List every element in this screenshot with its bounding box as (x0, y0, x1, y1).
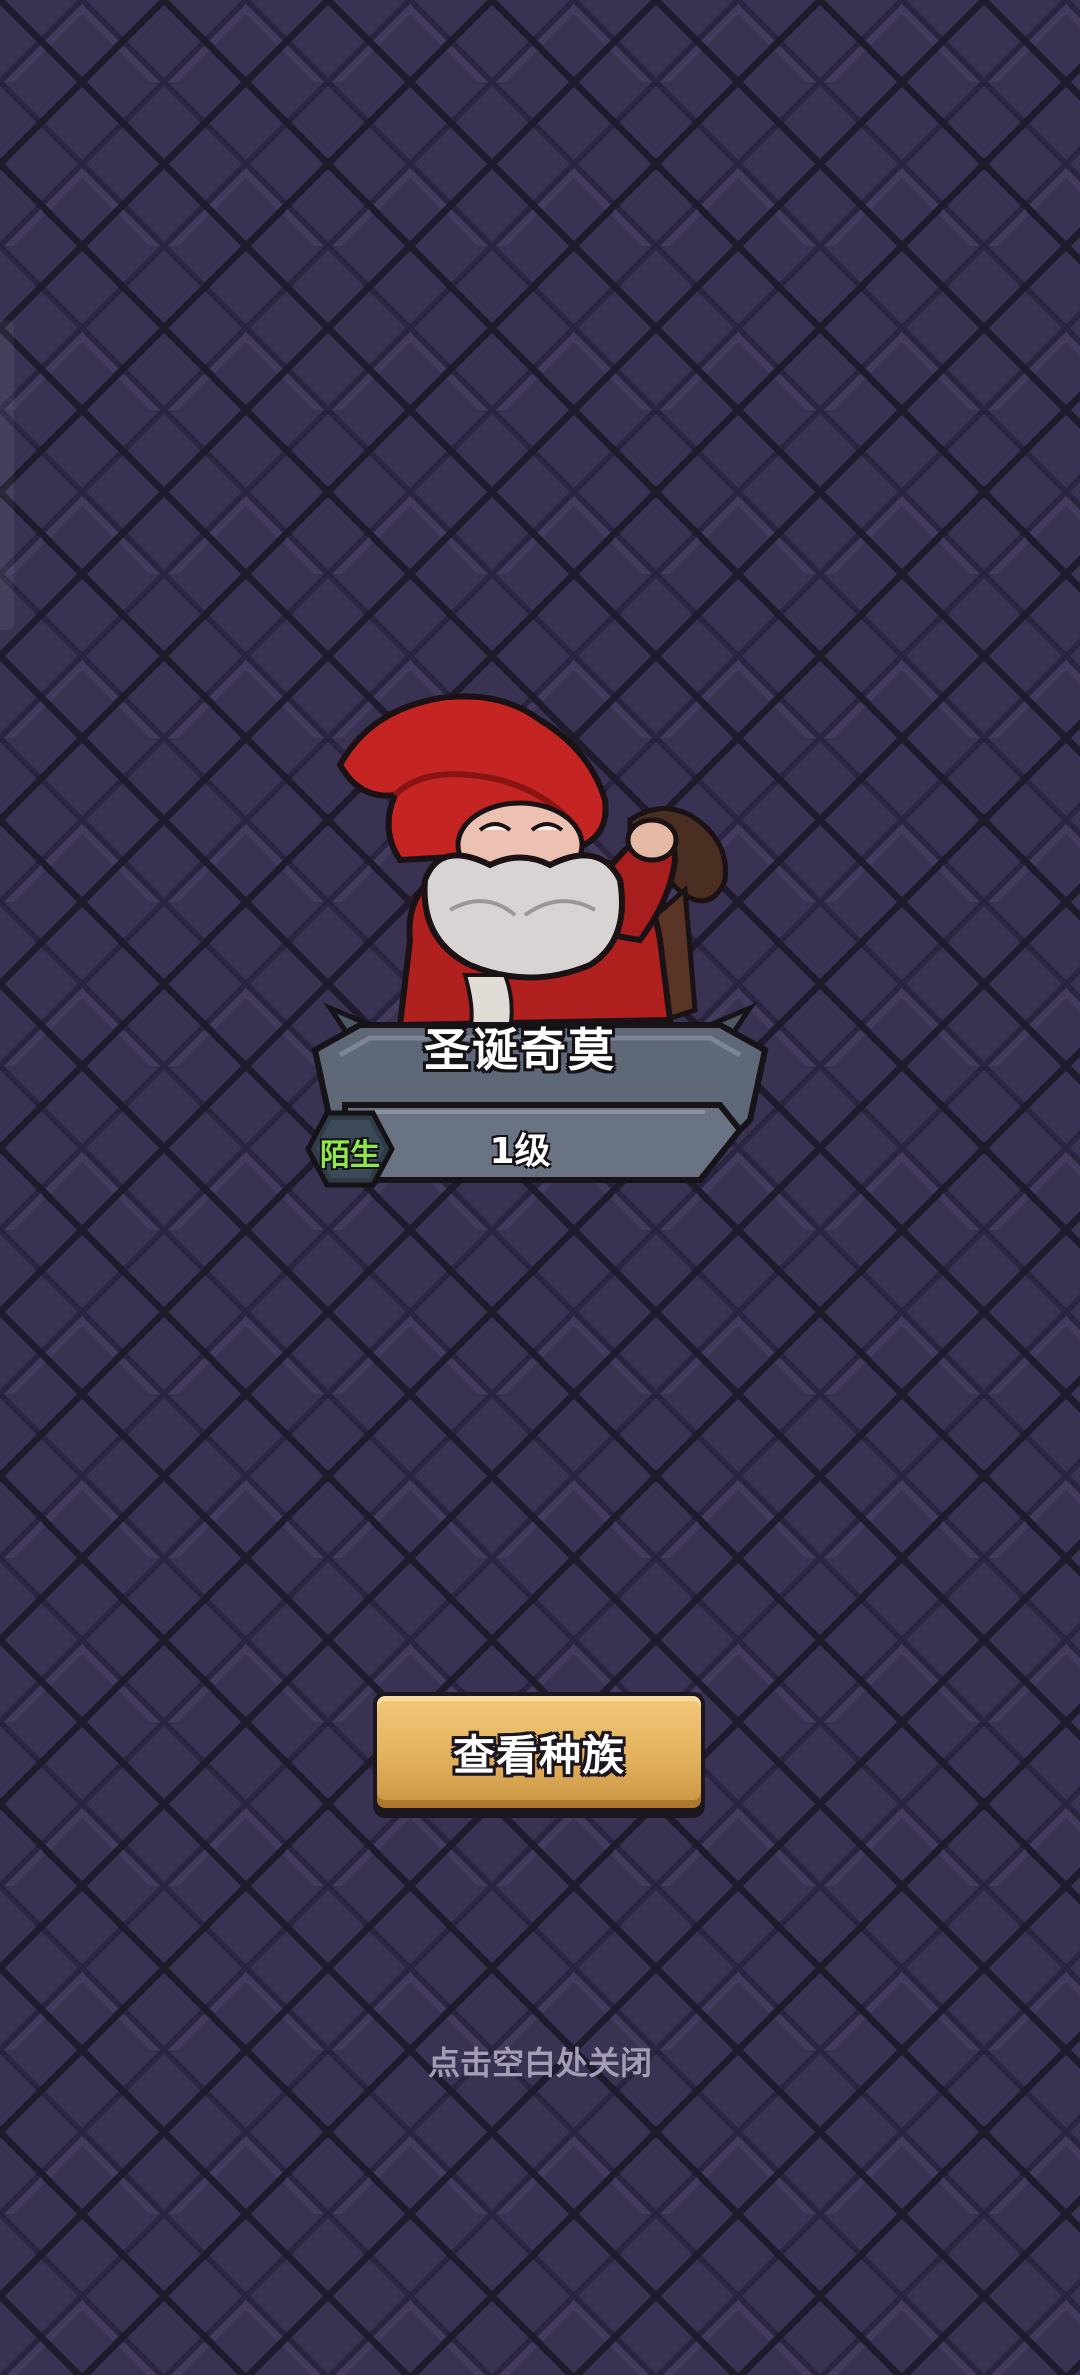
relationship-badge-label: 陌生 (320, 1138, 380, 1173)
relationship-badge: 陌生 (305, 1110, 395, 1188)
hero-card: 圣诞奇莫 1级 陌生 (300, 690, 780, 1210)
hero-name: 圣诞奇莫 (424, 1023, 616, 1077)
tap-to-close-hint[interactable]: 点击空白处关闭 (0, 2038, 1080, 2084)
view-race-button-label: 查看种族 (452, 1730, 625, 1780)
view-race-button[interactable]: 查看种族 (373, 1692, 705, 1812)
edge-handle (0, 320, 14, 630)
hero-level: 1级 (489, 1131, 551, 1172)
